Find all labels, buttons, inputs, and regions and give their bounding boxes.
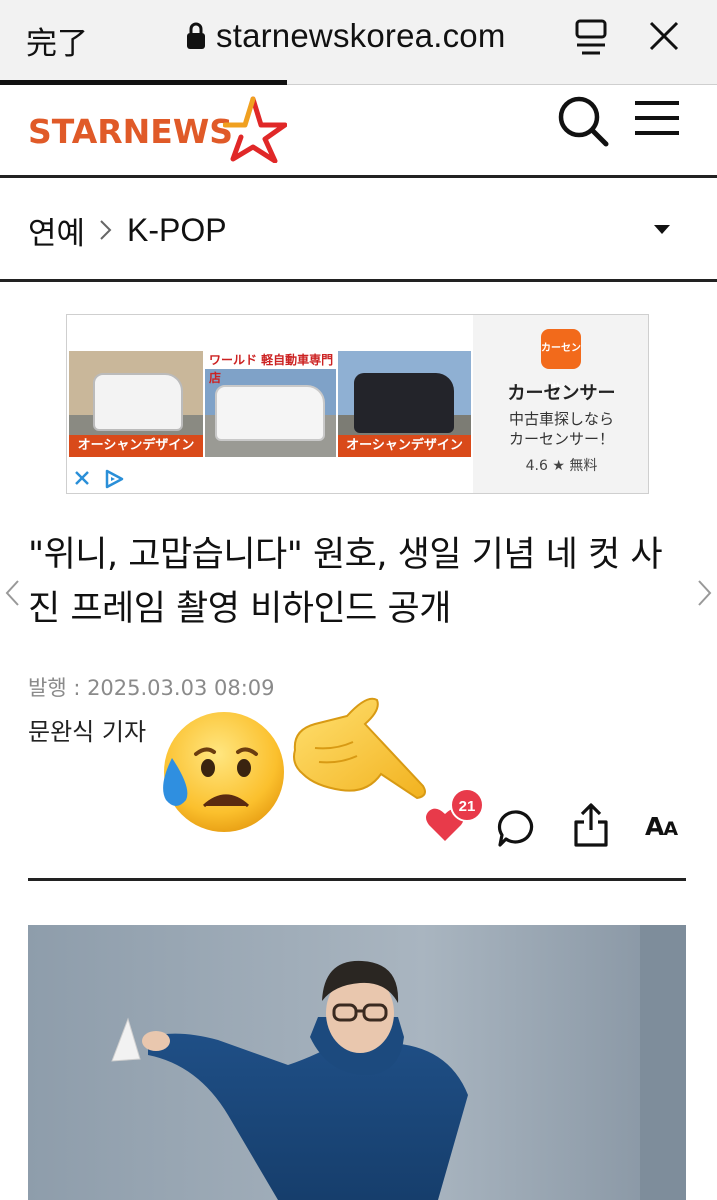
ad-photo-banner-3: オーシャンデザイン xyxy=(338,435,471,457)
next-article-icon[interactable] xyxy=(695,578,713,608)
reporter-name[interactable]: 문완식 기자 xyxy=(28,712,146,747)
article-photo[interactable] xyxy=(28,925,686,1200)
share-icon[interactable] xyxy=(572,802,610,848)
breadcrumb-section[interactable]: 연예 xyxy=(28,208,85,253)
ad-photo-3: オーシャンデザイン xyxy=(338,351,471,457)
previous-article-icon[interactable] xyxy=(4,578,22,608)
breadcrumb: 연예 K-POP xyxy=(28,208,227,252)
chevron-right-icon xyxy=(100,220,112,240)
font-size-button[interactable]: AA xyxy=(645,812,678,841)
font-size-big-label: A xyxy=(645,812,664,841)
article-title: "위니, 고맙습니다" 원호, 생일 기념 네 컷 사진 프레임 촬영 비하인드… xyxy=(28,535,663,629)
sad-sweat-face-emoji-icon xyxy=(163,712,284,832)
done-button[interactable]: 完了 xyxy=(26,18,88,63)
header-divider xyxy=(0,175,717,178)
like-count-badge: 21 xyxy=(450,788,484,822)
article-divider xyxy=(28,878,686,881)
ad-app-name: カーセンサー xyxy=(507,383,616,404)
star-logo-icon xyxy=(223,96,287,163)
ad-photo-label-2: ワールド 軽自動車専門店 xyxy=(205,351,336,385)
site-header: STARNEWS xyxy=(0,86,717,176)
url-text: starnewskorea.com xyxy=(216,17,506,54)
logo-text: STARNEWS xyxy=(28,111,233,151)
ad-photo-1: オーシャンデザイン xyxy=(69,351,203,457)
ad-app-icon: カーセンサー xyxy=(541,329,581,394)
breadcrumb-subsection[interactable]: K-POP xyxy=(127,212,227,249)
page-load-progress xyxy=(0,80,287,85)
ad-photo-2: ワールド 軽自動車専門店 xyxy=(205,351,336,457)
ad-rating: 4.6 ★ 無料 xyxy=(525,458,598,474)
address-bar[interactable]: starnewskorea.com xyxy=(186,14,506,58)
close-icon[interactable] xyxy=(648,20,680,52)
menu-icon[interactable] xyxy=(633,98,681,138)
advertisement[interactable]: オーシャンデザイン ワールド 軽自動車専門店 オーシャンデザイン カーセンサー … xyxy=(66,314,649,494)
lock-icon xyxy=(187,22,205,49)
breadcrumb-divider xyxy=(0,279,717,282)
ad-app-panel[interactable]: カーセンサー カーセンサー 中古車探しなら カーセンサー！ 4.6 ★ 無料 xyxy=(473,315,648,493)
font-size-small-label: A xyxy=(663,818,678,840)
ad-photo-banner-1: オーシャンデザイン xyxy=(69,435,203,457)
starnews-logo[interactable]: STARNEWS xyxy=(28,86,287,176)
comment-icon[interactable] xyxy=(497,808,537,848)
ad-description: 中古車探しなら カーセンサー！ xyxy=(473,409,648,449)
ad-image-strip[interactable]: オーシャンデザイン ワールド 軽自動車専門店 オーシャンデザイン xyxy=(67,315,473,493)
pointing-hand-emoji-icon xyxy=(293,697,426,800)
dropdown-icon[interactable] xyxy=(652,222,672,236)
adchoices-icon[interactable] xyxy=(103,469,125,489)
ad-close-icon[interactable] xyxy=(73,469,91,487)
ad-description-line-2: カーセンサー！ xyxy=(508,430,614,448)
reader-icon[interactable] xyxy=(574,18,608,58)
article-photo-illustration xyxy=(28,925,686,1200)
published-date: 발행 : 2025.03.03 08:09 xyxy=(28,676,275,700)
browser-top-bar: 完了 starnewskorea.com xyxy=(0,0,717,85)
ad-description-line-1: 中古車探しなら xyxy=(508,410,614,428)
search-icon[interactable] xyxy=(556,94,610,148)
